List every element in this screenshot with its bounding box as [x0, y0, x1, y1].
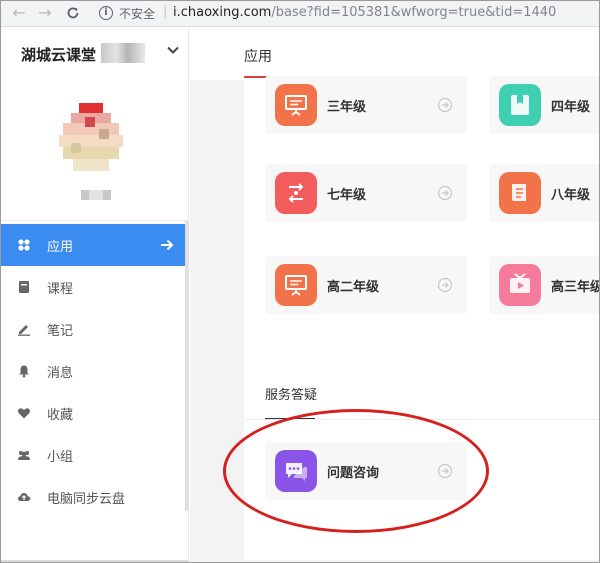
- sidebar-item-label: 电脑同步云盘: [47, 491, 126, 507]
- sidebar-item-messages[interactable]: 消息: [1, 350, 189, 392]
- sidebar-menu: 应用 课程 笔记 消息 收藏 小组 电脑同步云盘: [1, 224, 189, 518]
- sidebar-item-favorites[interactable]: 收藏: [1, 392, 189, 434]
- scroll-icon: [499, 172, 541, 214]
- go-arrow-icon: [437, 185, 453, 201]
- app-tile-grade8[interactable]: 八年级: [489, 164, 599, 222]
- app-label: 高二年级: [327, 280, 380, 295]
- app-tile-grade7[interactable]: 七年级: [265, 164, 467, 222]
- presentation-icon: [275, 84, 317, 126]
- group-icon: [17, 448, 31, 462]
- sidebar-item-courses[interactable]: 课程: [1, 266, 189, 308]
- info-icon[interactable]: i: [99, 6, 113, 20]
- annotation-ellipse: [223, 409, 489, 533]
- main-header: 应用: [190, 28, 599, 80]
- heart-icon: [17, 406, 31, 420]
- sidebar-item-cloud-disk[interactable]: 电脑同步云盘: [1, 476, 189, 518]
- app-tile-grade4[interactable]: 四年级: [489, 76, 599, 134]
- route-icon: [275, 172, 317, 214]
- arrow-right-icon: [161, 239, 174, 251]
- app-tile-senior3[interactable]: 高三年级: [489, 256, 600, 314]
- service-section-title: 服务答疑: [265, 388, 318, 403]
- sidebar-divider: [1, 220, 189, 221]
- tab-apps[interactable]: 应用: [244, 46, 272, 66]
- sidebar-item-apps[interactable]: 应用: [1, 224, 189, 266]
- sidebar-title: 湖城云课堂: [21, 46, 97, 64]
- forward-icon[interactable]: →: [35, 3, 55, 23]
- app-tile-grade3[interactable]: 三年级: [265, 76, 467, 134]
- sidebar-item-label: 收藏: [47, 407, 74, 423]
- chevron-down-icon[interactable]: [165, 42, 181, 58]
- blurred-user-label-highlight: [89, 190, 103, 200]
- sidebar-scrollbar[interactable]: [185, 221, 189, 511]
- url-path: /base?fid=105381&wfworg=true&tid=1440: [271, 5, 557, 20]
- url-field[interactable]: i.chaoxing.com/base?fid=105381&wfworg=tr…: [173, 5, 556, 20]
- book-bookmark-icon: [499, 84, 541, 126]
- sidebar-item-label: 课程: [47, 281, 74, 297]
- app-label: 七年级: [327, 188, 367, 203]
- sidebar-header[interactable]: 湖城云课堂: [1, 28, 189, 80]
- browser-address-bar: ← → i 不安全 | i.chaoxing.com/base?fid=1053…: [1, 1, 599, 27]
- app-label: 八年级: [551, 188, 591, 203]
- url-host: i.chaoxing.com: [173, 5, 272, 20]
- app-tile-senior2[interactable]: 高二年级: [265, 256, 467, 314]
- bell-icon: [17, 364, 31, 378]
- sidebar-item-notes[interactable]: 笔记: [1, 308, 189, 350]
- app-label: 高三年级: [551, 280, 600, 295]
- sidebar: 湖城云课堂 应用 课程 笔记 消息 收藏 小组 电脑同步云盘: [1, 28, 189, 562]
- sidebar-item-groups[interactable]: 小组: [1, 434, 189, 476]
- apps-icon: [17, 238, 31, 252]
- app-label: 三年级: [327, 100, 367, 115]
- avatar[interactable]: [59, 103, 123, 175]
- sidebar-item-label: 应用: [47, 239, 74, 255]
- sidebar-item-label: 笔记: [47, 323, 74, 339]
- app-label: 四年级: [551, 100, 591, 115]
- apps-panel: 三年级 四年级 七年级 八年级 高二年级 高三年级: [244, 76, 600, 372]
- sidebar-item-label: 消息: [47, 365, 74, 381]
- back-icon[interactable]: ←: [9, 3, 29, 23]
- presentation-icon: [275, 264, 317, 306]
- book-icon: [17, 280, 31, 294]
- reload-icon[interactable]: [63, 3, 83, 23]
- sidebar-item-label: 小组: [47, 449, 74, 465]
- go-arrow-icon: [437, 97, 453, 113]
- screenshot-frame: ← → i 不安全 | i.chaoxing.com/base?fid=1053…: [0, 0, 600, 563]
- url-separator: |: [163, 4, 168, 19]
- cloud-upload-icon: [17, 490, 31, 504]
- security-label[interactable]: 不安全: [119, 5, 155, 22]
- blurred-username: [101, 43, 145, 63]
- pen-icon: [17, 322, 31, 336]
- tv-play-icon: [499, 264, 541, 306]
- go-arrow-icon: [437, 277, 453, 293]
